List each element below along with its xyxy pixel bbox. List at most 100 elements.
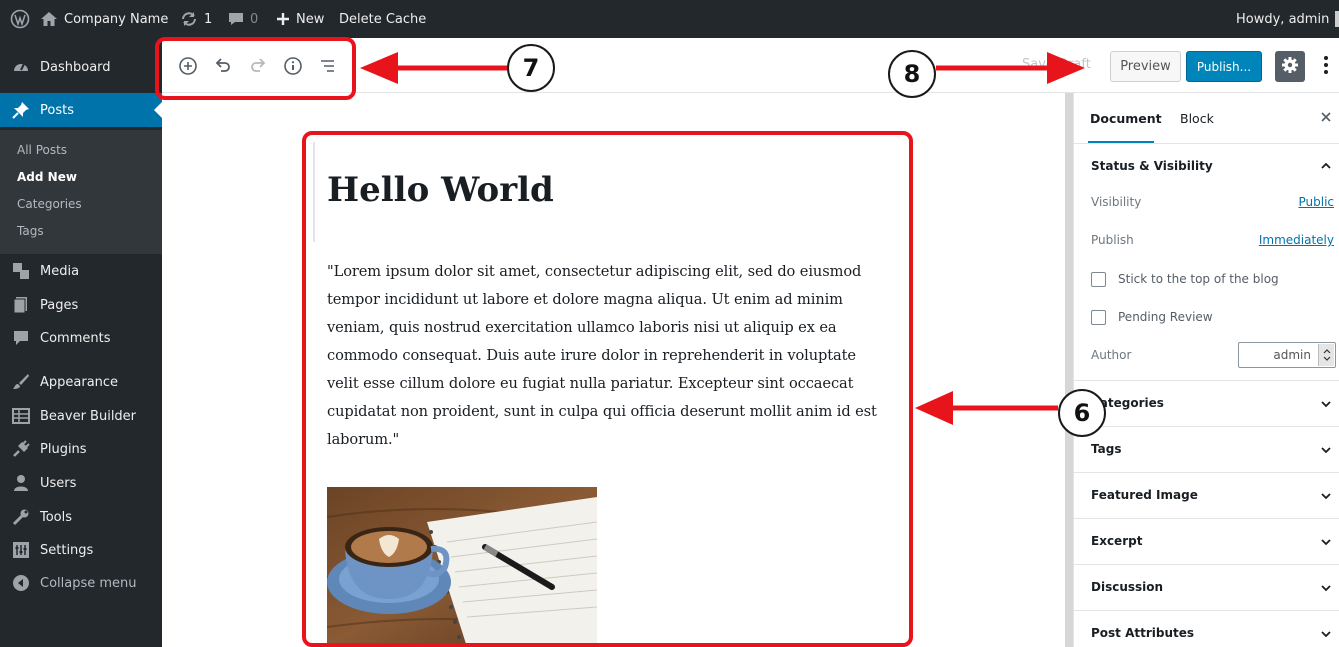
author-label: Author [1091,348,1132,362]
stick-to-top-checkbox[interactable] [1091,272,1106,287]
sidebar-label-pages: Pages [40,297,79,313]
submenu-add-new[interactable]: Add New [17,170,77,184]
divider [1074,426,1339,427]
delete-cache-link[interactable]: Delete Cache [339,0,426,38]
comment-bubble-icon [228,11,244,27]
divider [1074,518,1339,519]
chevron-up-icon[interactable] [1319,159,1333,173]
divider [1074,143,1339,144]
sidebar-label-plugins: Plugins [40,441,87,457]
pending-review-checkbox[interactable] [1091,310,1106,325]
publish-button[interactable]: Publish... [1186,51,1262,82]
author-value: admin [1273,348,1311,362]
comments-link[interactable]: 0 [228,0,258,38]
tab-block[interactable]: Block [1180,111,1214,126]
sidebar-item-settings[interactable]: Settings [0,533,162,567]
settings-button[interactable] [1275,51,1305,82]
sidebar-label-comments: Comments [40,330,111,346]
updates-count: 1 [204,11,213,27]
brush-icon [12,373,30,391]
visibility-label: Visibility [1091,195,1142,209]
sidebar-item-media[interactable]: Media [0,254,162,288]
sidebar-item-users[interactable]: Users [0,466,162,500]
submenu-categories[interactable]: Categories [17,197,82,211]
preview-button[interactable]: Preview [1110,51,1181,82]
home-icon [40,11,58,27]
chevron-down-icon[interactable] [1319,397,1333,411]
sidebar-item-comments[interactable]: Comments [0,321,162,355]
section-post-attributes[interactable]: Post Attributes [1091,626,1194,640]
sidebar-label-collapse: Collapse menu [40,575,137,591]
settings-icon [12,541,30,559]
more-options-button[interactable] [1318,53,1334,81]
sidebar-item-appearance[interactable]: Appearance [0,365,162,399]
chevron-down-icon[interactable] [1319,535,1333,549]
wrench-icon [12,508,30,526]
account-menu[interactable]: Howdy, admin [1236,0,1339,38]
sidebar-label-dashboard: Dashboard [40,59,111,75]
pending-review-label: Pending Review [1118,310,1213,324]
vertical-ellipsis-icon [1323,55,1329,79]
pages-icon [12,296,30,314]
section-featured-image[interactable]: Featured Image [1091,488,1198,502]
submenu-tags[interactable]: Tags [17,224,44,238]
publish-date-label: Publish [1091,233,1134,247]
editor-scrollbar[interactable] [1065,93,1073,647]
new-content-link[interactable]: New [276,0,324,38]
divider [1074,564,1339,565]
sidebar-item-collapse[interactable]: Collapse menu [0,566,162,600]
comment-icon [12,329,30,347]
sidebar-label-media: Media [40,263,80,279]
sidebar-item-pages[interactable]: Pages [0,288,162,322]
sidebar-label-appearance: Appearance [40,374,119,390]
wordpress-logo-icon[interactable] [10,0,30,38]
avatar [1335,11,1339,27]
sidebar-item-dashboard[interactable]: Dashboard [0,50,162,84]
divider [1074,610,1339,611]
settings-sidebar: Document Block Status & Visibility Visib… [1073,93,1339,647]
status-visibility-header[interactable]: Status & Visibility [1091,159,1213,173]
divider [1074,472,1339,473]
grid-icon [12,407,30,425]
author-select[interactable]: admin [1238,342,1336,368]
chevron-down-icon[interactable] [1319,581,1333,595]
new-label: New [296,11,325,27]
sidebar-item-posts[interactable]: Posts [0,93,162,127]
sidebar-label-settings: Settings [40,542,94,558]
sidebar-item-tools[interactable]: Tools [0,500,162,534]
callout-7: 7 [507,44,555,92]
chevron-down-icon[interactable] [1319,443,1333,457]
submenu-all-posts[interactable]: All Posts [17,143,67,157]
callout-8: 8 [888,50,936,98]
sidebar-item-plugins[interactable]: Plugins [0,432,162,466]
site-name-link[interactable]: Company Name [40,0,168,38]
sidebar-label-posts: Posts [40,102,74,118]
plus-icon [276,12,290,26]
updates-link[interactable]: 1 [180,0,212,38]
section-tags[interactable]: Tags [1091,442,1121,456]
save-draft-button[interactable]: Save Draft [1022,57,1091,72]
chevron-down-icon[interactable] [1319,627,1333,641]
section-excerpt[interactable]: Excerpt [1091,534,1142,548]
howdy-label: Howdy, admin [1236,11,1330,27]
pin-icon [12,101,30,119]
refresh-icon [180,11,198,27]
section-discussion[interactable]: Discussion [1091,580,1163,594]
visibility-link[interactable]: Public [1298,195,1334,209]
user-icon [12,474,30,492]
delete-cache-label: Delete Cache [339,11,427,27]
posts-submenu: All Posts Add New Categories Tags [0,130,162,254]
divider [1074,380,1339,381]
close-icon[interactable] [1319,110,1333,124]
publish-date-link[interactable]: Immediately [1259,233,1334,247]
callout-6: 6 [1058,389,1106,437]
site-name: Company Name [64,11,169,27]
select-arrow-icon [1318,344,1334,366]
tab-document[interactable]: Document [1090,111,1162,126]
admin-bar: Company Name 1 0 New Delete Cache Howdy,… [0,0,1339,38]
sidebar-label-tools: Tools [40,509,73,525]
dashboard-icon [12,58,30,76]
sidebar-item-beaver-builder[interactable]: Beaver Builder [0,399,162,433]
chevron-down-icon[interactable] [1319,489,1333,503]
annotation-box-toolbar [155,37,356,100]
